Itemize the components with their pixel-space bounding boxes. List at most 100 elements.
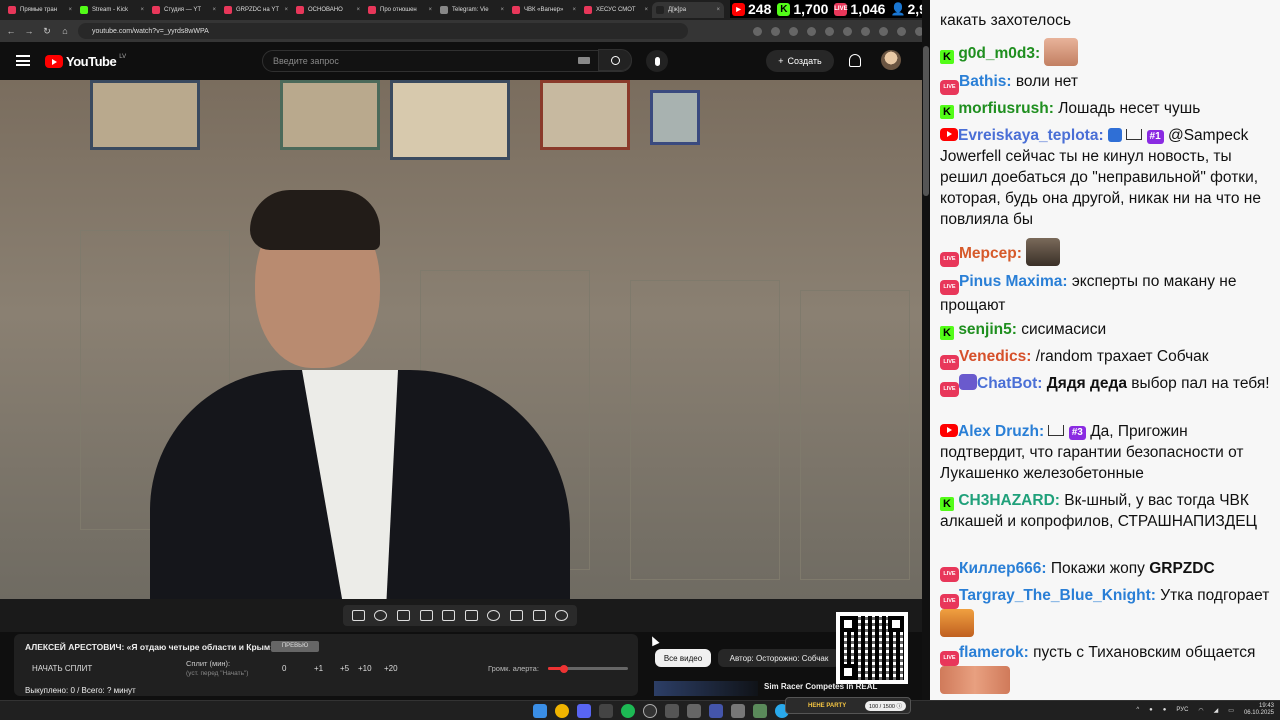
fit-icon[interactable]: [442, 610, 456, 621]
tab-close-icon[interactable]: ×: [356, 7, 360, 13]
browser-tab[interactable]: Про отношен ×: [364, 2, 436, 18]
tab-close-icon[interactable]: ×: [428, 7, 432, 13]
steam-icon[interactable]: [599, 704, 613, 718]
battery-icon[interactable]: ▭: [1228, 707, 1234, 714]
all-videos-chip[interactable]: Все видео: [655, 649, 711, 667]
notifications-bell-icon[interactable]: [849, 54, 861, 67]
forward-icon[interactable]: →: [24, 26, 34, 36]
tray-chevron-icon[interactable]: ^: [1136, 707, 1139, 713]
tab-close-icon[interactable]: ×: [644, 7, 648, 13]
browser-tab[interactable]: Stream - Kick ×: [76, 2, 148, 18]
clapper-icon[interactable]: [419, 610, 433, 621]
chat-username[interactable]: Bathis:: [959, 73, 1012, 90]
browser-tab[interactable]: ХЕСУС СМОТ ×: [580, 2, 652, 18]
chrome-icon[interactable]: [555, 704, 569, 718]
recommended-title[interactable]: Sim Racer Competes In REAL: [764, 682, 877, 691]
browser-tab[interactable]: ОСНОВАНО ×: [292, 2, 364, 18]
browser-tab[interactable]: Telegram: Vie ×: [436, 2, 508, 18]
bookmark-star-icon[interactable]: [789, 26, 798, 36]
create-button[interactable]: + Создать: [766, 50, 834, 72]
video-player[interactable]: [0, 80, 922, 599]
author-chip[interactable]: Автор: Осторожно: Собчак: [718, 649, 840, 667]
chat-username[interactable]: Мерсер:: [959, 245, 1022, 262]
split-minutes-value[interactable]: 0: [282, 664, 286, 673]
settings-gear-icon[interactable]: [555, 610, 569, 621]
browser-tab[interactable]: ЧВК «Вагнер» ×: [508, 2, 580, 18]
add-10-button[interactable]: +10: [358, 664, 372, 673]
loop-icon[interactable]: [351, 610, 365, 621]
visibility-icon[interactable]: [396, 610, 410, 621]
chat-username[interactable]: flamerok:: [959, 644, 1029, 661]
chat-username[interactable]: morfiusrush:: [958, 100, 1054, 117]
avatar[interactable]: [881, 50, 901, 70]
audio-icon[interactable]: [374, 610, 388, 621]
search-button[interactable]: [598, 49, 632, 71]
browser-tab[interactable]: Прямые тран ×: [4, 2, 76, 18]
tab-close-icon[interactable]: ×: [212, 7, 216, 13]
language-indicator[interactable]: РУС: [1176, 707, 1188, 713]
add-icon[interactable]: [509, 610, 523, 621]
url-field[interactable]: youtube.com/watch?v=_yyrds8wWPA: [78, 23, 688, 39]
tab-close-icon[interactable]: ×: [716, 7, 720, 13]
add-20-button[interactable]: +20: [384, 664, 398, 673]
home-icon[interactable]: ⌂: [60, 26, 70, 36]
extension-icon[interactable]: [825, 26, 834, 36]
download-icon[interactable]: [879, 26, 888, 36]
browser-tab[interactable]: GRPZDC на YT ×: [220, 2, 292, 18]
windows-start-icon[interactable]: [533, 704, 547, 718]
tab-close-icon[interactable]: ×: [500, 7, 504, 13]
tab-close-icon[interactable]: ×: [140, 7, 144, 13]
spotify-icon[interactable]: [621, 704, 635, 718]
voice-search-button[interactable]: [646, 50, 668, 72]
discord-icon[interactable]: [577, 704, 591, 718]
youtube-logo[interactable]: YouTube LV: [45, 54, 126, 69]
network-icon[interactable]: ●: [1163, 707, 1167, 713]
tab-close-icon[interactable]: ×: [572, 7, 576, 13]
app-icon[interactable]: [665, 704, 679, 718]
tab-close-icon[interactable]: ×: [68, 7, 72, 13]
clock[interactable]: 19:43 06.10.2025: [1244, 703, 1274, 717]
hamburger-menu-icon[interactable]: [16, 55, 30, 66]
chat-username[interactable]: senjin5:: [958, 321, 1017, 338]
add-5-button[interactable]: +5: [340, 664, 349, 673]
chat-username[interactable]: Targray_The_Blue_Knight:: [959, 587, 1156, 604]
extension-icon[interactable]: [843, 26, 852, 36]
chat-username[interactable]: Evreiskaya_teplota:: [958, 127, 1104, 144]
recommended-thumbnail[interactable]: [654, 681, 758, 696]
browser-tab[interactable]: Д[ж]ра ×: [652, 2, 724, 18]
chat-username[interactable]: g0d_m0d3:: [958, 45, 1040, 62]
reload-icon[interactable]: ↻: [42, 26, 52, 37]
chat-username[interactable]: ChatBot:: [977, 375, 1042, 392]
app-icon[interactable]: [731, 704, 745, 718]
scrollbar[interactable]: [923, 46, 929, 196]
extension-icon[interactable]: [807, 26, 816, 36]
app-icon[interactable]: [709, 704, 723, 718]
preview-badge[interactable]: ПРЕВЬЮ: [271, 641, 319, 652]
screenshot-icon[interactable]: [532, 610, 546, 621]
speed-icon[interactable]: [487, 610, 501, 621]
alert-volume-slider[interactable]: [548, 664, 628, 673]
obs-icon[interactable]: [643, 704, 657, 718]
back-icon[interactable]: ←: [6, 26, 16, 36]
keyboard-icon[interactable]: [578, 57, 590, 64]
browser-tab[interactable]: Студия — YT ×: [148, 2, 220, 18]
zoom-icon[interactable]: [771, 26, 780, 36]
chat-username[interactable]: CH3HAZARD:: [958, 492, 1060, 509]
profile-icon[interactable]: [897, 26, 906, 36]
chat-username[interactable]: Venedics:: [959, 348, 1031, 365]
chat-username[interactable]: Alex Druzh:: [958, 423, 1044, 440]
cinema-icon[interactable]: [464, 610, 478, 621]
volume-icon[interactable]: ◢: [1214, 707, 1219, 714]
start-split-button[interactable]: НАЧАТЬ СПЛИТ: [32, 664, 92, 673]
wifi-icon[interactable]: ◠: [1198, 707, 1203, 714]
tab-close-icon[interactable]: ×: [284, 7, 288, 13]
points-widget[interactable]: HEHE PARTY 100 / 1500 ⓘ: [785, 697, 911, 714]
app-icon[interactable]: [687, 704, 701, 718]
app-icon[interactable]: [753, 704, 767, 718]
add-1-button[interactable]: +1: [314, 664, 323, 673]
chat-username[interactable]: Киллер666:: [959, 560, 1047, 577]
cast-icon[interactable]: [753, 26, 762, 36]
chat-username[interactable]: Pinus Maxima:: [959, 273, 1068, 290]
alert-volume-knob[interactable]: [560, 664, 568, 673]
mic-icon[interactable]: ●: [1149, 707, 1153, 713]
